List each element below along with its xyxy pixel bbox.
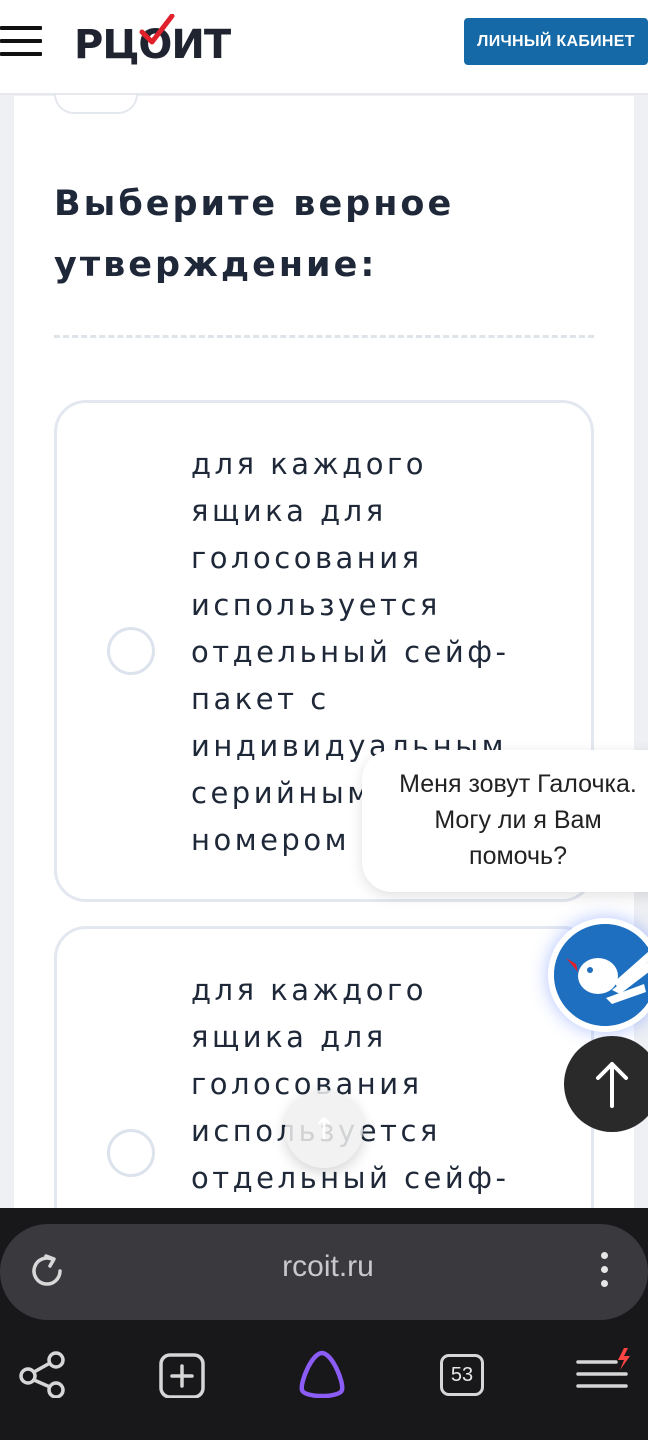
divider (54, 335, 594, 338)
arrow-up-icon (596, 1062, 628, 1108)
menu-icon[interactable] (574, 1338, 634, 1398)
bird-hand-icon (554, 924, 648, 1026)
tabs-count-button[interactable]: 53 (440, 1354, 484, 1396)
page: РЦОИТ ЛИЧНЫЙ КАБИНЕТ Выберите верное утв… (0, 0, 648, 1440)
floating-scroll-up-button[interactable]: ↑ (285, 1090, 363, 1168)
alice-icon[interactable] (294, 1338, 354, 1398)
question-card: Выберите верное утверждение: для каждого… (14, 56, 634, 1326)
share-icon[interactable] (16, 1338, 76, 1398)
logo-check-icon (139, 14, 175, 45)
url-text[interactable]: rcoit.ru (160, 1250, 496, 1284)
answer-option-text: для каждого ящика для голосования исполь… (191, 973, 510, 1195)
browser-nav-bar: 53 (0, 1338, 648, 1418)
arrow-up-icon: ↑ (311, 1111, 337, 1147)
address-bar[interactable]: rcoit.ru (0, 1224, 648, 1320)
more-icon[interactable] (594, 1252, 614, 1294)
new-tab-icon[interactable] (156, 1338, 216, 1398)
reload-icon[interactable] (26, 1250, 68, 1292)
chat-greeting-bubble[interactable]: Меня зовут Галочка. Могу ли я Вам помочь… (362, 750, 648, 892)
question-title: Выберите верное утверждение: (54, 184, 455, 285)
browser-bottom-bar: rcoit.ru 53 (0, 1208, 648, 1440)
radio-button[interactable] (107, 1129, 155, 1177)
hamburger-icon[interactable] (0, 26, 42, 56)
site-header: РЦОИТ ЛИЧНЫЙ КАБИНЕТ (0, 0, 648, 95)
personal-cabinet-button[interactable]: ЛИЧНЫЙ КАБИНЕТ (464, 18, 648, 65)
site-logo[interactable]: РЦОИТ (74, 14, 231, 68)
radio-button[interactable] (107, 627, 155, 675)
